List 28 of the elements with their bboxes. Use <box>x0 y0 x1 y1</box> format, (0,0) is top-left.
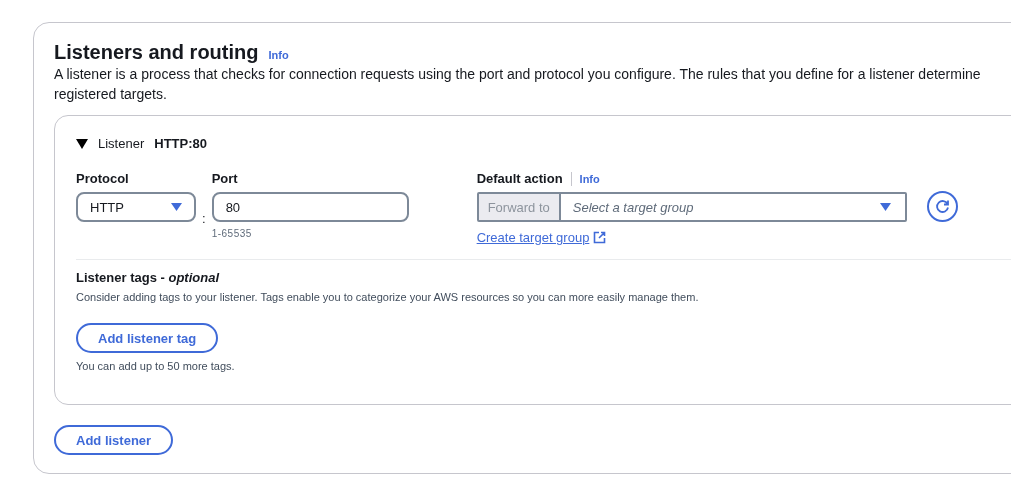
external-link-icon <box>593 231 607 244</box>
port-hint: 1-65535 <box>211 228 253 239</box>
tags-description: Consider adding tags to your listener. Tags enable you to categorize your AWS resources so you can more easily manage them. <box>76 291 700 303</box>
forward-to-prefix: Forward to <box>478 194 561 220</box>
target-group-select[interactable]: Forward to Select a target group <box>476 192 907 222</box>
listener-label: Listener <box>98 136 145 151</box>
port-input[interactable]: 80 <box>211 192 409 222</box>
add-listener-tag-button[interactable]: Add listener tag <box>76 323 219 353</box>
field-label: Default action <box>476 171 563 186</box>
refresh-icon <box>933 198 951 215</box>
tags-note: You can add up to 50 more tags. <box>76 360 236 372</box>
field-label: Port <box>211 171 239 186</box>
section-description: registered targets. <box>54 85 168 104</box>
tags-title: Listener tags - optional <box>76 270 221 285</box>
listener-name: HTTP:80 <box>154 136 207 151</box>
info-link[interactable]: Info <box>579 172 600 185</box>
caret-icon <box>171 203 182 211</box>
caret-icon <box>879 203 891 211</box>
section-description: A listener is a process that checks for connection requests using the port and protocol you configure. The rules that you define for a listener determine <box>54 65 982 84</box>
field-label: Protocol <box>76 171 130 186</box>
collapse-triangle-icon[interactable] <box>76 138 88 149</box>
add-listener-button[interactable]: Add listener <box>54 425 174 455</box>
section-title: Listeners and routing <box>54 41 259 64</box>
colon-separator: : <box>202 210 206 226</box>
info-link[interactable]: Info <box>268 49 289 61</box>
protocol-select[interactable]: HTTP <box>76 192 196 222</box>
create-target-group-link[interactable]: Create target group <box>476 230 607 245</box>
refresh-button[interactable] <box>926 191 958 222</box>
